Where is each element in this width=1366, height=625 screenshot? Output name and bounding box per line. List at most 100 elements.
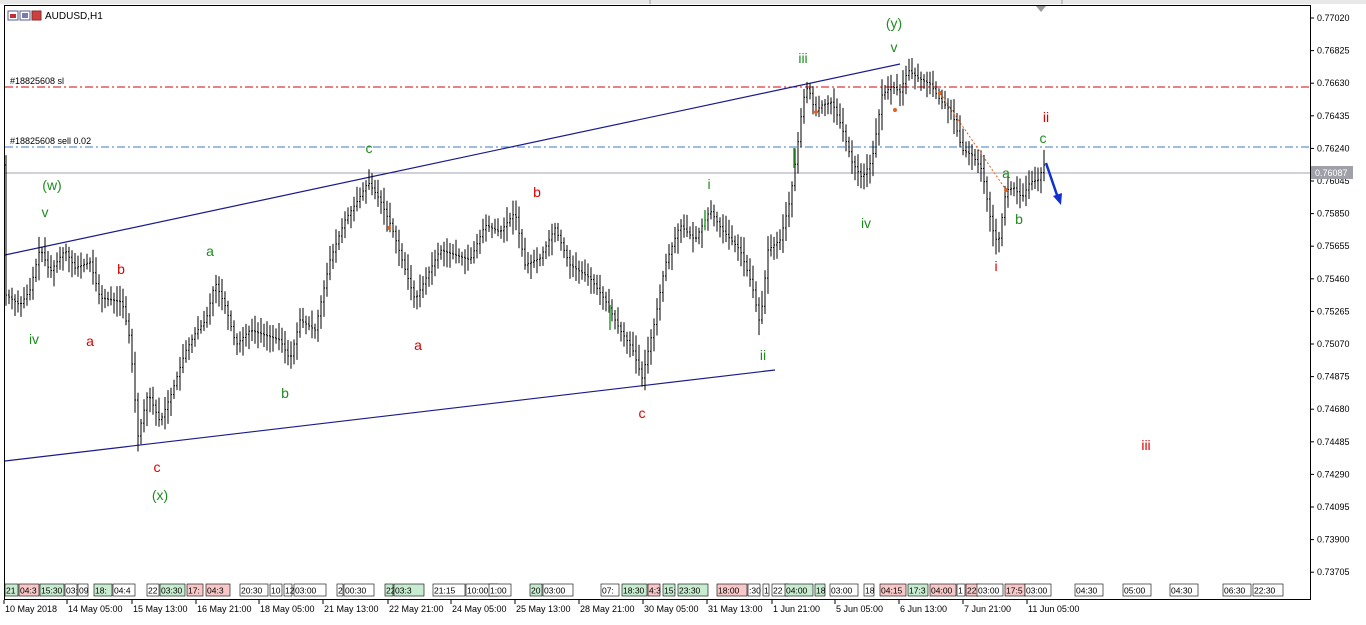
session-box-label: 20 xyxy=(531,586,541,596)
wave-label: a xyxy=(86,333,94,349)
session-box: 21:15 xyxy=(432,583,466,597)
wave-label: iv xyxy=(29,331,39,347)
session-box-label: 18 xyxy=(816,586,826,596)
wave-label: iii xyxy=(1141,437,1150,453)
time-tick-label: 10 May 2018 xyxy=(5,604,57,614)
session-box-label: 03:30 xyxy=(161,586,183,596)
session-box: 22 xyxy=(965,583,979,597)
wave-label: c xyxy=(639,405,646,421)
time-tick-label: 31 May 13:00 xyxy=(708,604,763,614)
session-box-label: 04:3 xyxy=(207,586,224,596)
session-box-label: 22 xyxy=(773,586,783,596)
session-box-label: 22:30 xyxy=(1254,586,1276,596)
session-box: 05:00 xyxy=(1122,583,1152,597)
session-box-label: 00:30 xyxy=(345,586,367,596)
session-box-label: 04:3 xyxy=(20,586,37,596)
wave-label: ii xyxy=(760,347,766,363)
time-tick-label: 1 Jun 21:00 xyxy=(773,604,820,614)
session-box: 03:00 xyxy=(829,583,859,597)
time-tick-label: 16 May 21:00 xyxy=(197,604,252,614)
session-box-label: 03:00 xyxy=(1026,586,1048,596)
session-box: 17:3 xyxy=(907,583,929,597)
window-icons[interactable] xyxy=(7,10,42,21)
session-box: :30 xyxy=(747,583,761,597)
session-box: 22 xyxy=(146,583,160,597)
symbol-title: AUDUSD,H1 xyxy=(45,11,103,22)
session-box: 04:3 xyxy=(18,583,40,597)
wave-label: a xyxy=(414,337,422,353)
session-box-label: 21 xyxy=(6,586,16,596)
session-box: 04:4 xyxy=(112,583,136,597)
session-box-label: 03:00 xyxy=(978,586,1000,596)
price-tick-label: 0.75265 xyxy=(1317,306,1350,316)
session-box: 04:15 xyxy=(879,583,907,597)
session-box: 06:30 xyxy=(1222,583,1252,597)
wave-label: b xyxy=(281,385,289,401)
session-box: 04:30 xyxy=(1074,583,1104,597)
session-box-label: 06:30 xyxy=(1224,586,1246,596)
price-tick-label: 0.75460 xyxy=(1317,274,1350,284)
session-box-label: 04:30 xyxy=(1171,586,1193,596)
close-icon[interactable] xyxy=(31,10,42,21)
wave-label: i xyxy=(707,176,710,192)
wave-label: b xyxy=(533,184,541,200)
price-tick-label: 0.74095 xyxy=(1317,502,1350,512)
session-box: 04:00 xyxy=(929,583,957,597)
time-tick-label: 30 May 05:00 xyxy=(644,604,699,614)
session-box-label: 17:5 xyxy=(1006,586,1023,596)
session-box: 4:3 xyxy=(647,583,661,597)
price-axis[interactable]: 0.77020 0.76825 0.76630 0.76435 0.76240 0.760… xyxy=(1310,13,1350,577)
session-box: 18: xyxy=(93,583,113,597)
session-box-label: 23:30 xyxy=(679,586,701,596)
session-box-label: 03:00 xyxy=(544,586,566,596)
price-tick-label: 0.76435 xyxy=(1317,111,1350,121)
time-tick-label: 14 May 05:00 xyxy=(68,604,123,614)
time-tick-label: 5 Jun 05:00 xyxy=(836,604,883,614)
session-box: 15: xyxy=(662,583,676,597)
wave-label: c xyxy=(366,140,373,156)
time-tick-label: 22 May 21:00 xyxy=(389,604,444,614)
session-box: 03:3 xyxy=(393,583,425,597)
session-box: 1:00 xyxy=(488,583,512,597)
session-box-label: 18 xyxy=(865,586,875,596)
wave-label: ii xyxy=(1043,109,1049,125)
session-box-label: 20:30 xyxy=(241,586,263,596)
session-box-label: 10:00 xyxy=(467,586,489,596)
price-tick-label: 0.76825 xyxy=(1317,46,1350,56)
session-box-label: 09 xyxy=(79,586,89,596)
wave-label: v xyxy=(42,204,49,220)
wave-label: iii xyxy=(798,50,807,66)
price-tick-label: 0.74485 xyxy=(1317,437,1350,447)
session-box-label: 05:00 xyxy=(1124,586,1146,596)
time-tick-label: 15 May 13:00 xyxy=(133,604,188,614)
time-tick-label: 25 May 13:00 xyxy=(516,604,571,614)
session-box: 23:30 xyxy=(677,583,709,597)
session-box: 17:5 xyxy=(1004,583,1026,597)
session-box-label: 4:3 xyxy=(649,586,661,596)
price-tick-label: 0.77020 xyxy=(1317,13,1350,23)
wave-label: (y) xyxy=(886,15,902,31)
session-box: 15:30 xyxy=(39,583,65,597)
session-box-label: 04:00 xyxy=(786,586,808,596)
session-box: 20 xyxy=(529,583,543,597)
session-box-label: 22 xyxy=(148,586,158,596)
session-box-label: 2 xyxy=(338,586,343,596)
chart-window[interactable]: AUDUSD,H1 #18825608 sl #18825608 sell 0.… xyxy=(0,0,1366,625)
session-box: 2 xyxy=(336,583,344,597)
session-box-label: 03:00 xyxy=(295,586,317,596)
time-tick-label: 11 Jun 05:00 xyxy=(1028,604,1079,614)
time-tick-label: 18 May 05:00 xyxy=(260,604,315,614)
time-axis[interactable]: 10 May 2018 14 May 05:00 15 May 13:00 16 Ma… xyxy=(3,600,1079,614)
price-tick-label: 0.74290 xyxy=(1317,469,1350,479)
session-box: 04:30 xyxy=(1169,583,1199,597)
chart-icon-fill xyxy=(10,14,16,18)
price-tick-label: 0.73900 xyxy=(1317,535,1350,545)
time-tick-label: 21 May 13:00 xyxy=(324,604,379,614)
price-tick-label: 0.75850 xyxy=(1317,209,1350,219)
session-box-label: 1 xyxy=(958,586,963,596)
window-top-border xyxy=(0,0,1366,4)
restore-icon-fill xyxy=(22,13,28,18)
session-box-label: 18:30 xyxy=(623,586,645,596)
session-box-label: 1 xyxy=(764,586,769,596)
wave-label: c xyxy=(154,459,161,475)
